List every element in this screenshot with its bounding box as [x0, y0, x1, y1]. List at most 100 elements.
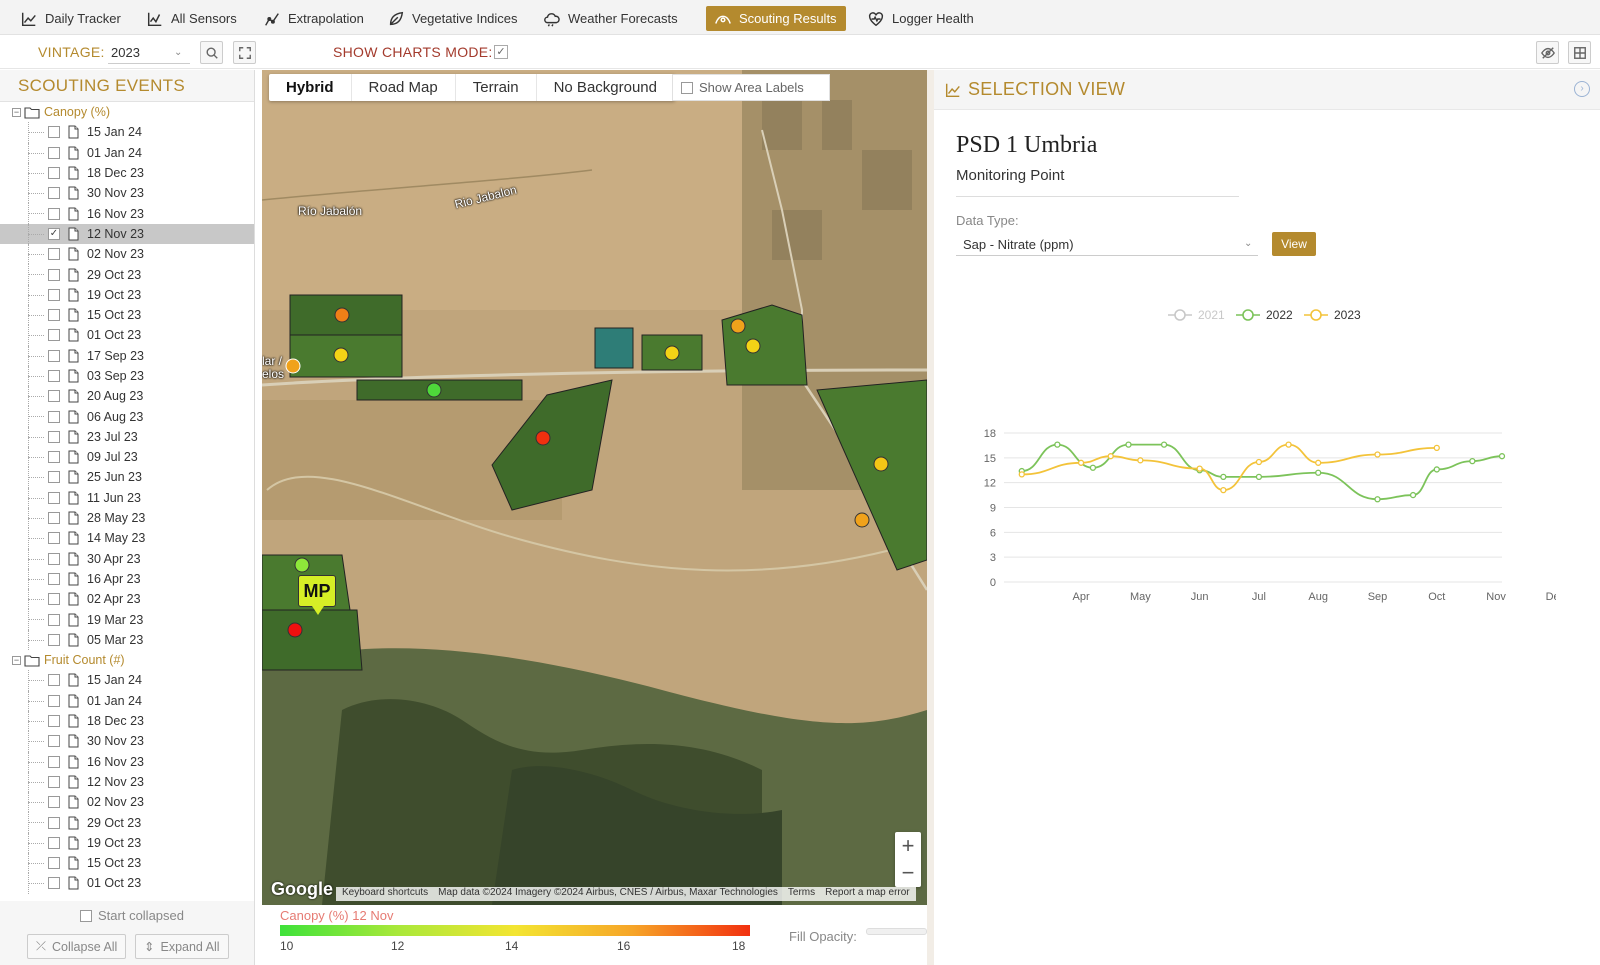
start-collapsed-checkbox[interactable]	[80, 909, 92, 922]
item-checkbox[interactable]	[48, 491, 60, 504]
item-checkbox[interactable]	[48, 775, 60, 788]
item-checkbox[interactable]	[48, 755, 60, 768]
tree-group[interactable]: − Fruit Count (#)	[0, 650, 254, 670]
collapse-all-button[interactable]: ⤫ Collapse All	[27, 934, 127, 959]
item-checkbox[interactable]	[48, 248, 60, 261]
tree-item[interactable]: 01 Jan 24	[0, 690, 254, 711]
map-type-none[interactable]: No Background	[537, 74, 675, 101]
show-area-labels-toggle[interactable]: Show Area Labels	[672, 74, 830, 101]
tab-scouting-results[interactable]: Scouting Results	[706, 6, 846, 31]
tree-item[interactable]: 30 Apr 23	[0, 548, 254, 569]
collapse-toggle-icon[interactable]: −	[12, 107, 21, 117]
item-checkbox[interactable]	[48, 552, 60, 565]
item-checkbox[interactable]	[48, 430, 60, 443]
item-checkbox[interactable]: ✓	[48, 227, 60, 240]
zoom-in-button[interactable]: +	[895, 832, 921, 859]
item-checkbox[interactable]	[48, 857, 60, 870]
show-charts-checkbox[interactable]: ✓	[494, 45, 508, 59]
item-checkbox[interactable]	[48, 735, 60, 748]
fullscreen-button[interactable]	[233, 41, 256, 64]
item-checkbox[interactable]	[48, 187, 60, 200]
item-checkbox[interactable]	[48, 694, 60, 707]
item-checkbox[interactable]	[48, 146, 60, 159]
item-checkbox[interactable]	[48, 288, 60, 301]
tree-item[interactable]: 09 Jul 23	[0, 447, 254, 468]
terms-link[interactable]: Terms	[788, 887, 815, 901]
zoom-out-button[interactable]: −	[895, 859, 921, 886]
tree-item[interactable]: 02 Nov 23	[0, 792, 254, 813]
show-area-labels-checkbox[interactable]	[681, 81, 693, 94]
toggle-visibility-button[interactable]	[1536, 41, 1559, 64]
tree-item[interactable]: 01 Oct 23	[0, 873, 254, 894]
tab-weather-forecasts[interactable]: Weather Forecasts	[535, 6, 686, 31]
tree-item[interactable]: 01 Oct 23	[0, 325, 254, 346]
tab-logger-health[interactable]: Logger Health	[859, 6, 982, 31]
tree-item[interactable]: 03 Sep 23	[0, 365, 254, 387]
scouting-tree[interactable]: − Canopy (%) 15 Jan 24 01 Jan 24 18 Dec 23 30…	[0, 101, 254, 901]
tree-item[interactable]: 29 Oct 23	[0, 264, 254, 285]
item-checkbox[interactable]	[48, 207, 60, 220]
chevron-right-icon[interactable]: ›	[1574, 81, 1590, 97]
item-checkbox[interactable]	[48, 390, 60, 403]
map-type-hybrid[interactable]: Hybrid	[269, 74, 352, 101]
view-button[interactable]: View	[1272, 232, 1316, 256]
start-collapsed-option[interactable]: Start collapsed	[80, 908, 184, 923]
tree-item[interactable]: 28 May 23	[0, 507, 254, 529]
tree-item[interactable]: 02 Nov 23	[0, 244, 254, 265]
report-error-link[interactable]: Report a map error	[825, 887, 909, 901]
layout-button[interactable]	[1568, 41, 1591, 64]
tree-item[interactable]: 05 Mar 23	[0, 629, 254, 651]
tree-item[interactable]: 23 Jul 23	[0, 426, 254, 448]
item-checkbox[interactable]	[48, 349, 60, 362]
item-checkbox[interactable]	[48, 816, 60, 829]
tree-item[interactable]: 01 Jan 24	[0, 142, 254, 163]
item-checkbox[interactable]	[48, 268, 60, 281]
item-checkbox[interactable]	[48, 633, 60, 646]
tree-item[interactable]: 19 Oct 23	[0, 832, 254, 853]
item-checkbox[interactable]	[48, 451, 60, 464]
item-checkbox[interactable]	[48, 512, 60, 525]
tree-item[interactable]: 15 Jan 24	[0, 122, 254, 143]
tree-item[interactable]: 16 Nov 23	[0, 203, 254, 224]
tree-item[interactable]: 29 Oct 23	[0, 812, 254, 833]
tree-group[interactable]: − Canopy (%)	[0, 102, 254, 122]
tree-item[interactable]: 15 Oct 23	[0, 852, 254, 874]
item-checkbox[interactable]	[48, 715, 60, 728]
item-checkbox[interactable]	[48, 877, 60, 890]
tree-item[interactable]: 18 Dec 23	[0, 162, 254, 184]
collapse-toggle-icon[interactable]: −	[12, 655, 21, 665]
item-checkbox[interactable]	[48, 593, 60, 606]
tree-item[interactable]: 30 Nov 23	[0, 731, 254, 752]
search-button[interactable]	[200, 41, 223, 64]
item-checkbox[interactable]	[48, 370, 60, 382]
tree-item[interactable]: 14 May 23	[0, 528, 254, 549]
monitoring-point-marker[interactable]: MP	[298, 575, 336, 615]
tree-item[interactable]: 19 Mar 23	[0, 609, 254, 630]
tree-item[interactable]: 18 Dec 23	[0, 710, 254, 732]
tab-vegetative-indices[interactable]: Vegetative Indices	[379, 6, 526, 31]
panel-divider[interactable]	[927, 70, 934, 965]
item-checkbox[interactable]	[48, 674, 60, 687]
tree-item[interactable]: 30 Nov 23	[0, 183, 254, 204]
map-type-terrain[interactable]: Terrain	[456, 74, 537, 101]
tree-item[interactable]: 19 Oct 23	[0, 284, 254, 305]
tree-item[interactable]: ✓ 12 Nov 23	[0, 223, 254, 245]
keyboard-shortcuts-link[interactable]: Keyboard shortcuts	[342, 887, 428, 901]
item-checkbox[interactable]	[48, 532, 60, 545]
item-checkbox[interactable]	[48, 167, 60, 180]
tree-item[interactable]: 25 Jun 23	[0, 467, 254, 488]
tree-item[interactable]: 15 Jan 24	[0, 670, 254, 691]
tree-item[interactable]: 20 Aug 23	[0, 386, 254, 407]
item-checkbox[interactable]	[48, 329, 60, 342]
tree-item[interactable]: 12 Nov 23	[0, 771, 254, 793]
item-checkbox[interactable]	[48, 796, 60, 809]
fill-opacity-slider[interactable]	[866, 928, 927, 935]
tree-item[interactable]: 17 Sep 23	[0, 345, 254, 366]
item-checkbox[interactable]	[48, 410, 60, 423]
item-checkbox[interactable]	[48, 613, 60, 626]
item-checkbox[interactable]	[48, 126, 60, 139]
item-checkbox[interactable]	[48, 471, 60, 484]
satellite-map[interactable]: Hybrid Road Map Terrain No Background Sh…	[262, 70, 927, 905]
tree-item[interactable]: 15 Oct 23	[0, 304, 254, 326]
tab-all-sensors[interactable]: All Sensors	[138, 6, 245, 31]
